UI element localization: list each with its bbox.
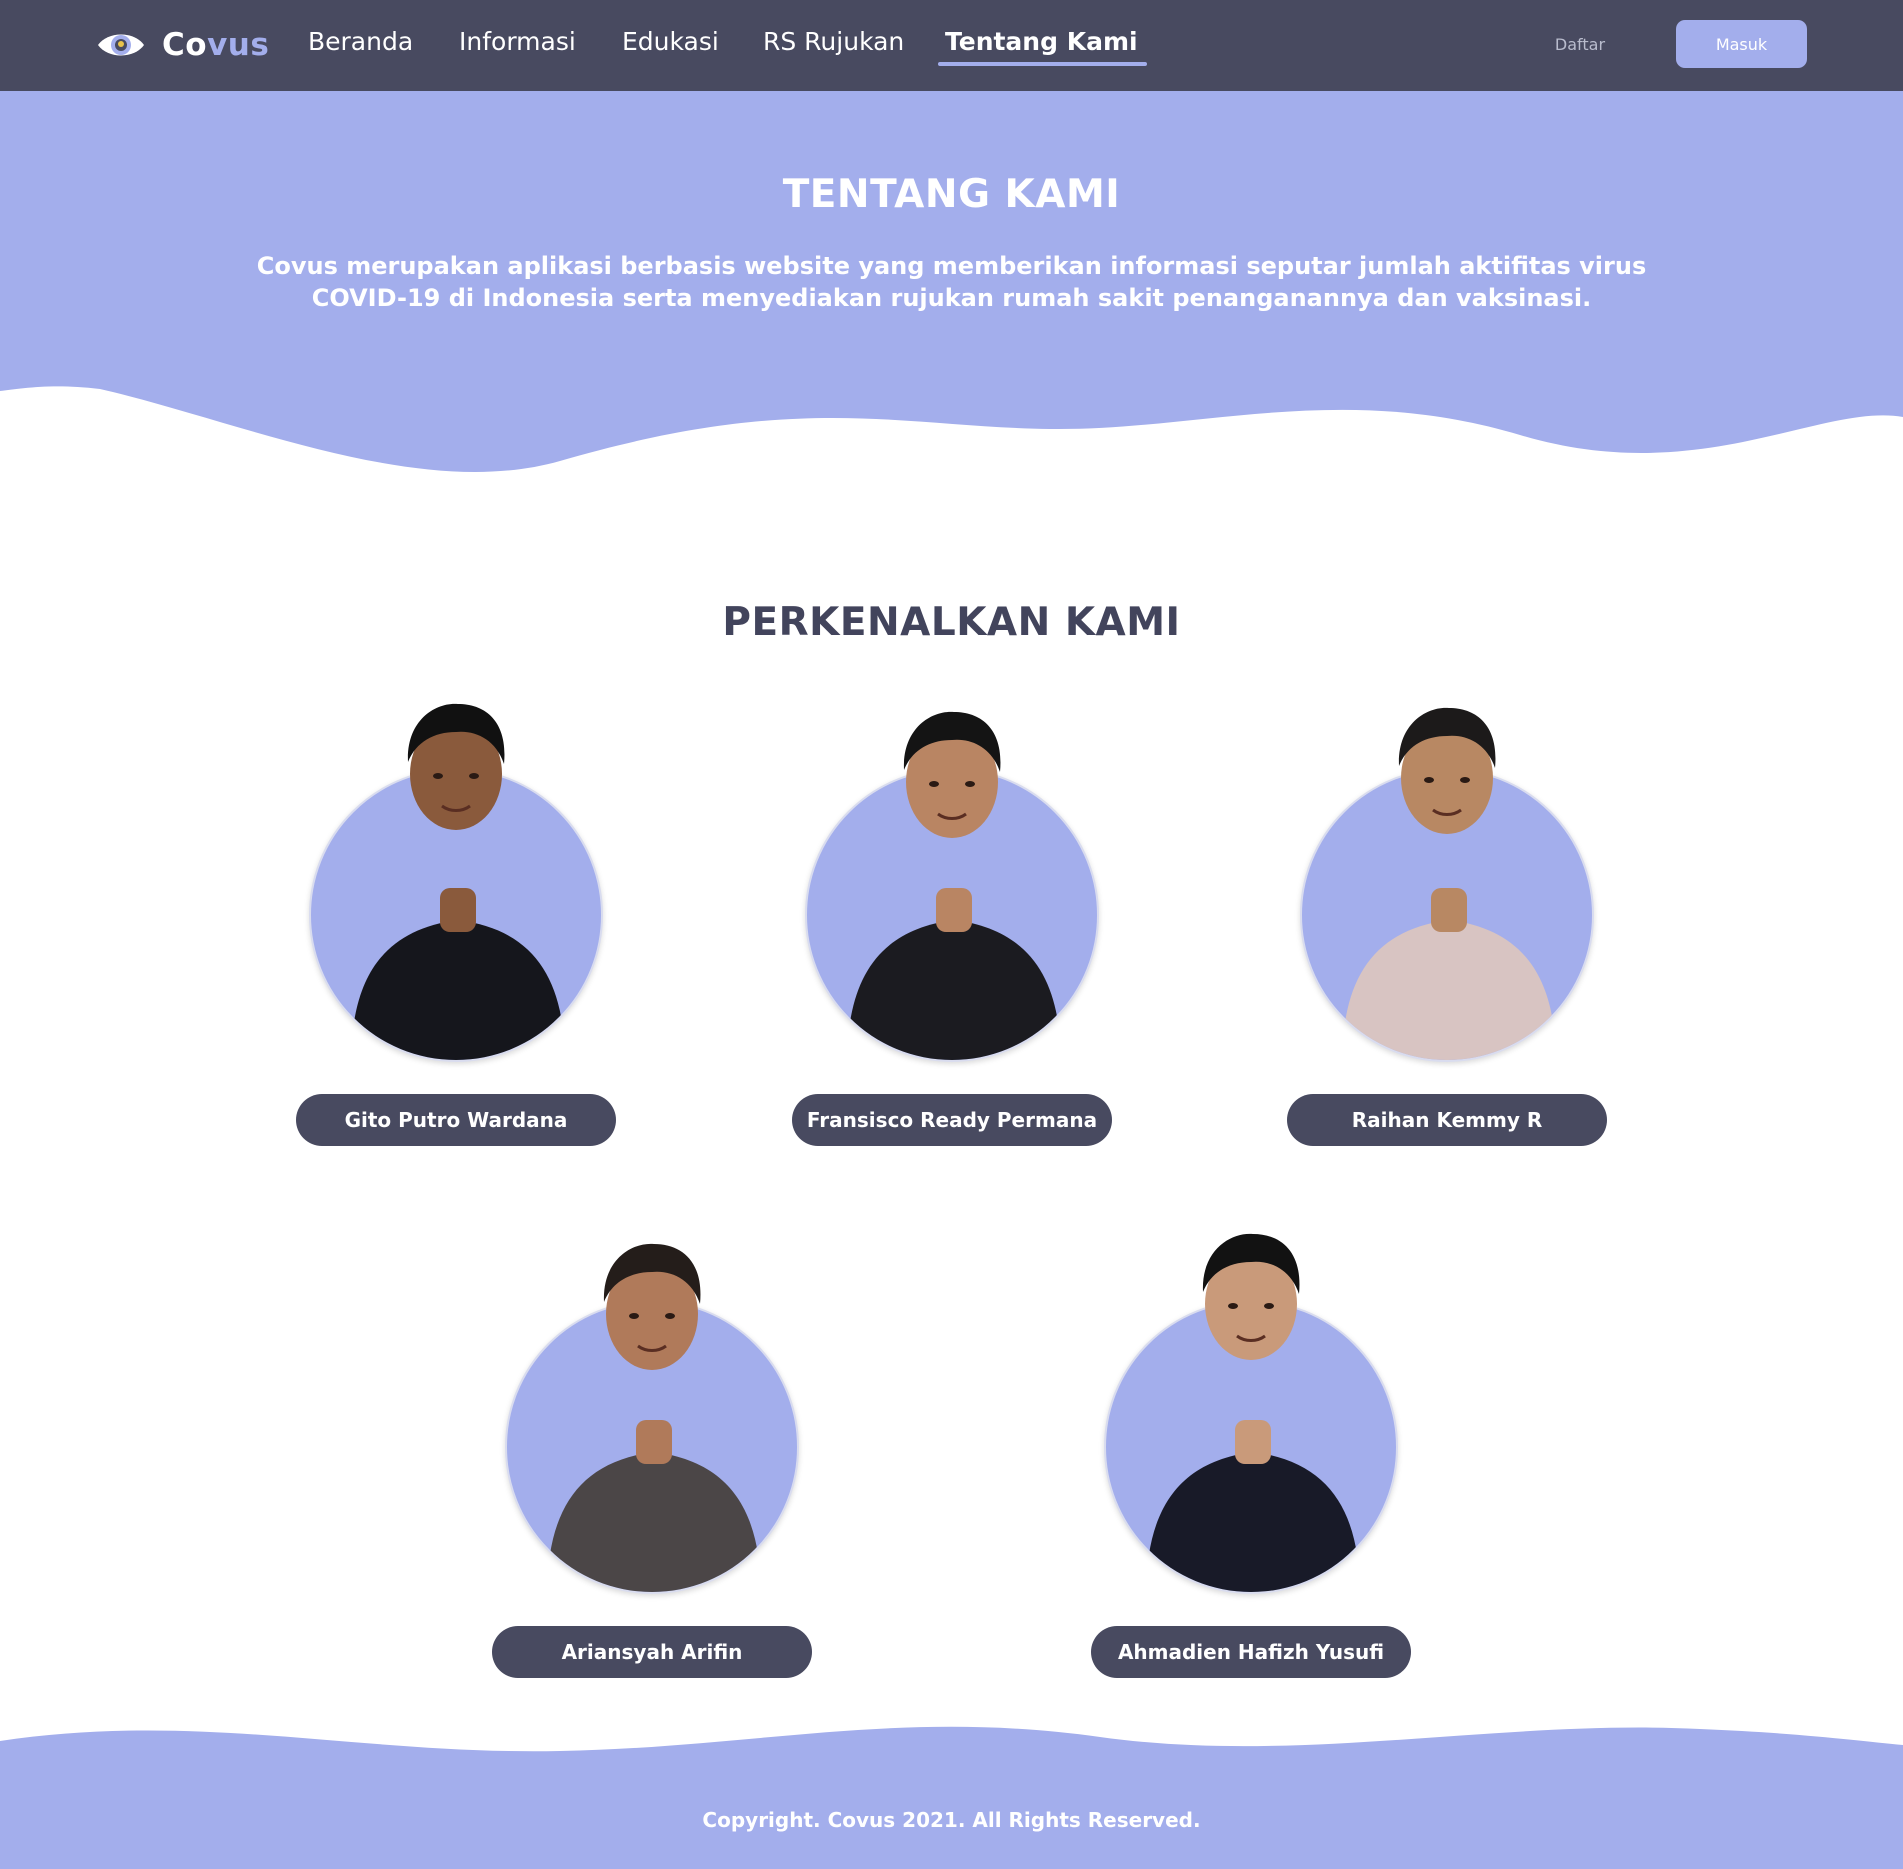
nav-link-rs-rujukan[interactable]: RS Rujukan: [763, 27, 904, 56]
nav-link-edukasi[interactable]: Edukasi: [622, 27, 719, 56]
nav-link-informasi[interactable]: Informasi: [459, 27, 576, 56]
hero-title: TENTANG KAMI: [782, 172, 1121, 217]
member-name-label: Raihan Kemmy R: [1287, 1094, 1607, 1146]
member-photo: [892, 708, 1012, 852]
top-navbar: Covus Beranda Informasi Edukasi RS Rujuk…: [0, 0, 1903, 91]
member-photo: [1191, 1230, 1311, 1374]
nav-link-tentang-kami[interactable]: Tentang Kami: [945, 27, 1138, 56]
eye-logo-icon: [98, 34, 144, 60]
login-button[interactable]: Masuk: [1676, 20, 1807, 68]
active-nav-indicator: [938, 62, 1147, 66]
member-photo: [1387, 704, 1507, 848]
brand-name: Covus: [162, 27, 270, 63]
member-name-label: Ahmadien Hafizh Yusufi: [1091, 1626, 1411, 1678]
footer-wave-background: [0, 1726, 1903, 1869]
brand-logo[interactable]: Covus: [96, 22, 269, 68]
footer-copyright: Copyright. Covus 2021. All Rights Reserv…: [702, 1808, 1201, 1832]
member-name-label: Fransisco Ready Permana: [792, 1094, 1112, 1146]
register-button[interactable]: Daftar: [1530, 20, 1630, 68]
nav-link-beranda[interactable]: Beranda: [308, 27, 413, 56]
member-name-label: Gito Putro Wardana: [296, 1094, 616, 1146]
member-photo: [592, 1240, 712, 1384]
member-photo: [396, 700, 516, 844]
member-name-label: Ariansyah Arifin: [492, 1626, 812, 1678]
team-section-title: PERKENALKAN KAMI: [722, 600, 1181, 645]
hero-description: Covus merupakan aplikasi berbasis websit…: [256, 252, 1647, 312]
